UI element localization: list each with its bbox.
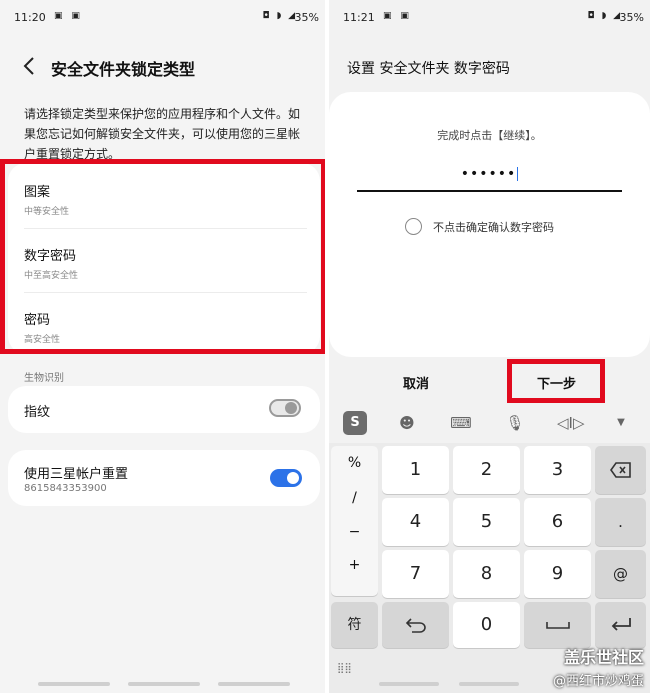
samsung-account-number: 8615843353900 [24, 483, 107, 494]
lock-type-description: 请选择锁定类型来保护您的应用程序和个人文件。如果您忘记如何解锁安全文件夹，可以使… [24, 107, 301, 161]
page-title: 安全文件夹锁定类型 [51, 60, 196, 79]
status-bar: 11:21 ▣ ▣ ◘ ◗ ◢ 35% [329, 0, 650, 34]
battery-level: 35% [619, 11, 644, 24]
undo-icon [405, 618, 426, 633]
cursor-move-icon[interactable]: ◁I▷ [557, 411, 585, 435]
keyboard-switch-icon[interactable]: ⣿⣿ [337, 663, 352, 674]
nav-bar-home[interactable] [128, 682, 200, 686]
key-2[interactable]: 2 [453, 446, 520, 494]
back-arrow-icon[interactable] [22, 55, 36, 77]
cancel-button[interactable]: 取消 [403, 373, 429, 392]
key-7[interactable]: 7 [382, 550, 449, 598]
pin-input[interactable]: •••••• [357, 166, 622, 192]
key-9[interactable]: 9 [524, 550, 591, 598]
key-1[interactable]: 1 [382, 446, 449, 494]
confirm-pin-radio[interactable] [405, 218, 422, 235]
fingerprint-row[interactable]: 指纹 [8, 386, 320, 433]
key-3[interactable]: 3 [524, 446, 591, 494]
sogou-logo-icon[interactable]: S [343, 411, 367, 435]
highlight-box [0, 159, 325, 354]
nav-bar-home[interactable] [459, 682, 519, 686]
key-plus[interactable]: + [331, 557, 378, 573]
left-screen: 11:20 ▣ ▣ ◘ ◗ ◢ 35% 安全文件夹锁定类型 请选择锁定类型来保护… [0, 0, 325, 693]
signal-icons: ◘ ◗ ◢ [587, 11, 622, 21]
samsung-reset-label: 使用三星帐户重置 [24, 467, 129, 482]
symbols-key[interactable]: 符 [331, 602, 378, 648]
watermark: 盖乐世社区 @西红市炒鸡蛋 [553, 644, 644, 689]
samsung-account-reset-row[interactable]: 使用三星帐户重置 8615843353900 [8, 450, 320, 506]
fingerprint-toggle[interactable] [269, 399, 301, 417]
undo-key[interactable] [382, 602, 449, 648]
backspace-key[interactable] [595, 446, 646, 494]
text-cursor [517, 167, 519, 181]
watermark-line1: 盖乐世社区 [563, 648, 644, 667]
key-5[interactable]: 5 [453, 498, 520, 546]
pin-instruction: 完成时点击【继续】。 [437, 129, 542, 142]
nav-bar-recent[interactable] [38, 682, 110, 686]
microphone-icon[interactable]: 🎙︎ [503, 411, 527, 435]
right-screen: 11:21 ▣ ▣ ◘ ◗ ◢ 35% 设置 安全文件夹 数字密码 完成时点击【… [329, 0, 650, 693]
key-8[interactable]: 8 [453, 550, 520, 598]
pin-masked-value: •••••• [460, 166, 517, 182]
enter-key[interactable] [595, 602, 646, 648]
fingerprint-label: 指纹 [24, 405, 51, 420]
notification-icons: ▣ ▣ [383, 11, 412, 21]
highlight-box [507, 359, 605, 403]
key-0[interactable]: 0 [453, 602, 520, 648]
status-time: 11:20 [14, 11, 46, 24]
key-minus[interactable]: − [331, 524, 378, 540]
watermark-line2: @西红市炒鸡蛋 [552, 674, 644, 689]
keyboard-icon[interactable]: ⌨ [449, 411, 473, 435]
status-bar: 11:20 ▣ ▣ ◘ ◗ ◢ 35% [0, 0, 325, 34]
status-time: 11:21 [343, 11, 375, 24]
ime-toolbar: S ☻ ⌨ 🎙︎ ◁I▷ ▼ [329, 403, 650, 443]
samsung-reset-toggle[interactable] [270, 469, 302, 487]
key-at[interactable]: @ [595, 550, 646, 598]
key-slash[interactable]: / [331, 490, 378, 506]
backspace-icon [609, 462, 631, 478]
notification-icons: ▣ ▣ [54, 11, 83, 21]
key-4[interactable]: 4 [382, 498, 449, 546]
key-percent[interactable]: % [331, 455, 378, 471]
enter-icon [611, 618, 631, 631]
collapse-icon[interactable]: ▼ [609, 411, 633, 435]
biometrics-section-label: 生物识别 [24, 373, 64, 384]
key-6[interactable]: 6 [524, 498, 591, 546]
battery-level: 35% [294, 11, 319, 24]
signal-icons: ◘ ◗ ◢ [262, 11, 297, 21]
space-key[interactable] [524, 602, 591, 648]
page-title: 设置 安全文件夹 数字密码 [347, 61, 510, 77]
nav-bar-recent[interactable] [379, 682, 439, 686]
space-icon [545, 622, 570, 629]
confirm-pin-label: 不点击确定确认数字密码 [433, 221, 554, 234]
key-dot[interactable]: . [595, 498, 646, 546]
nav-bar-back[interactable] [218, 682, 290, 686]
emoji-icon[interactable]: ☻ [395, 411, 419, 435]
